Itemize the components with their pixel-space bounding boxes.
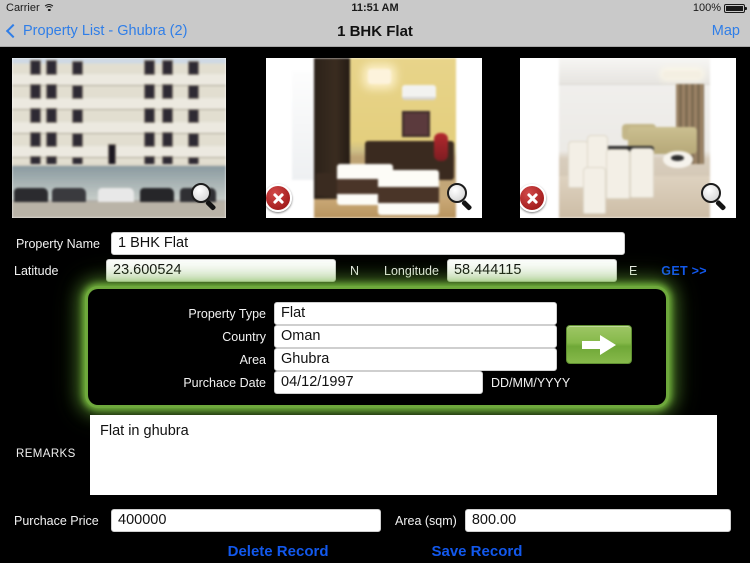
delete-record-button[interactable]: Delete Record bbox=[228, 543, 329, 560]
area-input[interactable]: Ghubra bbox=[274, 348, 557, 371]
property-photo-2[interactable] bbox=[266, 58, 482, 218]
status-bar-right: 100% bbox=[692, 2, 747, 14]
longitude-label: Longitude bbox=[384, 263, 439, 278]
purchase-price-label: Purchace Price bbox=[14, 513, 99, 528]
area-sqm-input[interactable]: 800.00 bbox=[464, 509, 731, 532]
property-type-input[interactable]: Flat bbox=[274, 302, 557, 325]
battery-full-icon bbox=[724, 3, 747, 13]
area-row: Area Ghubra bbox=[88, 348, 557, 371]
area-label: Area bbox=[239, 352, 266, 367]
photo-strip bbox=[0, 48, 750, 226]
close-icon bbox=[526, 192, 539, 205]
save-record-button[interactable]: Save Record bbox=[431, 543, 522, 560]
purchase-date-label: Purchace Date bbox=[183, 375, 266, 390]
purchase-date-row: Purchace Date 04/12/1997 DD/MM/YYYY bbox=[88, 371, 570, 394]
latitude-longitude-row: Latitude 23.600524 N Longitude 58.444115… bbox=[0, 259, 707, 282]
arrow-right-icon bbox=[582, 334, 616, 355]
property-name-label: Property Name bbox=[15, 236, 100, 251]
country-label: Country bbox=[222, 329, 266, 344]
map-button-label: Map bbox=[711, 23, 740, 39]
status-bar-clock: 11:51 AM bbox=[351, 2, 399, 14]
navigation-bar: Property List - Ghubra (2) 1 BHK Flat Ma… bbox=[0, 16, 750, 47]
highlighted-details-panel: Property Type Flat Country Oman Area Ghu… bbox=[88, 289, 666, 405]
longitude-input[interactable]: 58.444115 bbox=[446, 259, 617, 282]
latitude-unit-label: N bbox=[350, 263, 360, 278]
property-name-input[interactable]: 1 BHK Flat bbox=[111, 232, 625, 255]
close-icon bbox=[272, 192, 285, 205]
magnifier-icon[interactable] bbox=[700, 182, 730, 212]
app-root: Carrier 11:51 AM 100% Property List - Gh… bbox=[0, 0, 750, 563]
next-arrow-button[interactable] bbox=[566, 325, 632, 364]
latitude-label: Latitude bbox=[14, 263, 59, 278]
area-sqm-label: Area (sqm) bbox=[395, 513, 457, 528]
purchase-date-format-hint: DD/MM/YYYY bbox=[491, 375, 571, 390]
property-type-row: Property Type Flat bbox=[88, 302, 557, 325]
price-area-row: Purchace Price 400000 Area (sqm) 800.00 bbox=[0, 509, 731, 532]
longitude-unit-label: E bbox=[628, 263, 638, 278]
country-input[interactable]: Oman bbox=[274, 325, 557, 348]
map-button[interactable]: Map bbox=[712, 16, 740, 46]
status-bar: Carrier 11:51 AM 100% bbox=[0, 0, 750, 16]
property-photo-3[interactable] bbox=[520, 58, 736, 218]
magnifier-icon[interactable] bbox=[446, 182, 476, 212]
magnifier-icon[interactable] bbox=[190, 182, 220, 212]
battery-percent-label: 100% bbox=[692, 2, 721, 14]
get-coordinates-button[interactable]: GET >> bbox=[661, 264, 707, 278]
property-type-label: Property Type bbox=[188, 306, 266, 321]
country-row: Country Oman bbox=[88, 325, 557, 348]
latitude-input[interactable]: 23.600524 bbox=[106, 259, 336, 282]
remarks-textarea[interactable]: Flat in ghubra bbox=[90, 415, 717, 495]
property-name-row: Property Name 1 BHK Flat bbox=[0, 232, 625, 255]
footer-actions: Delete Record Save Record bbox=[0, 543, 750, 560]
property-photo-1[interactable] bbox=[12, 58, 226, 218]
purchase-date-input[interactable]: 04/12/1997 bbox=[274, 371, 483, 394]
purchase-price-input[interactable]: 400000 bbox=[111, 509, 381, 532]
page-title: 1 BHK Flat bbox=[337, 22, 413, 40]
remarks-label: REMARKS bbox=[16, 448, 76, 460]
